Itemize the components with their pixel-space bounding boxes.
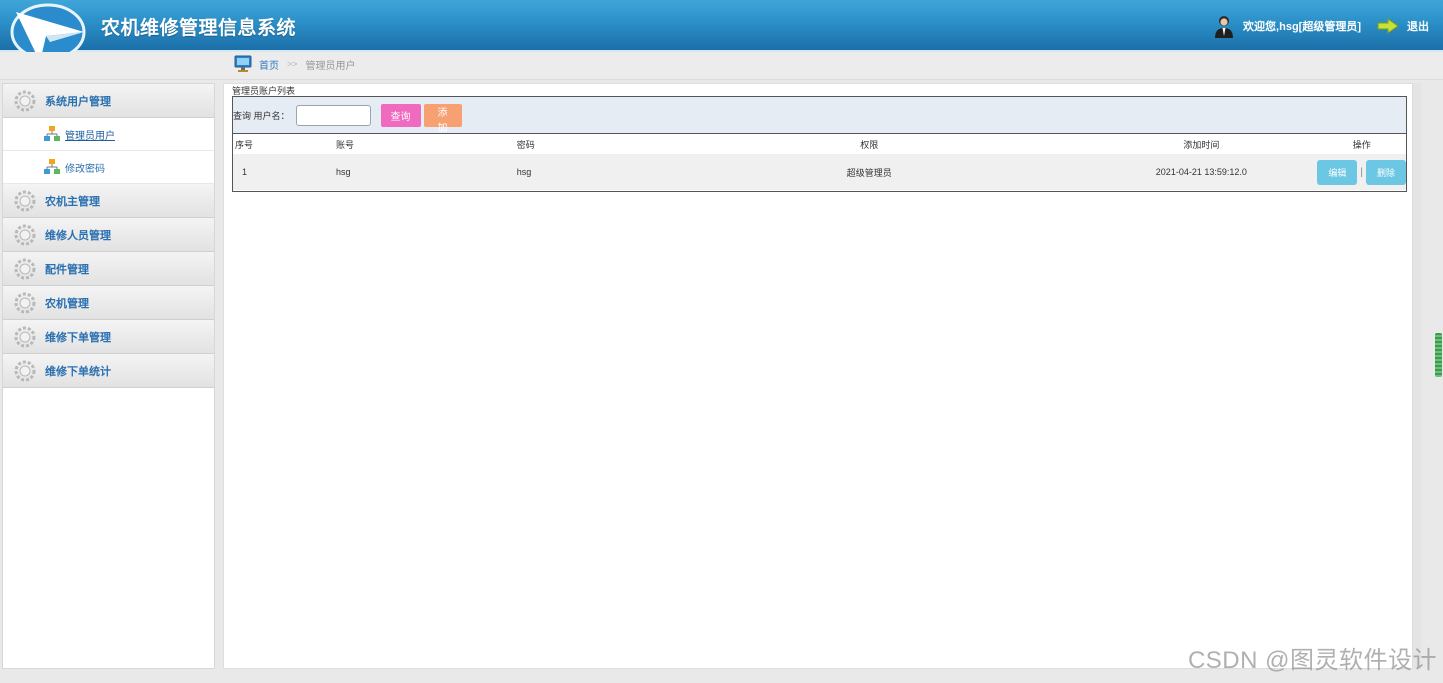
delete-button[interactable]: 删除 — [1366, 159, 1406, 185]
user-area: 欢迎您,hsg[超级管理员] 退出 — [1213, 14, 1429, 38]
user-avatar-icon — [1215, 16, 1234, 38]
sidebar-group-parts[interactable]: 配件管理 — [3, 252, 214, 286]
table-row: 1 hsg hsg 超级管理员 2021-04-21 13:59:12.0 编辑… — [233, 154, 1406, 190]
sidebar-group-label: 农机主管理 — [45, 195, 100, 208]
sidebar-group-owners[interactable]: 农机主管理 — [3, 184, 214, 218]
breadcrumb-home-link[interactable]: 首页 — [259, 57, 279, 72]
sidebar-group-machinery[interactable]: 农机管理 — [3, 286, 214, 320]
add-button[interactable]: 添加 — [423, 103, 462, 134]
sidebar-group-label: 农机管理 — [45, 297, 89, 310]
sidebar-group-label: 系统用户管理 — [45, 95, 111, 108]
sidebar-item-change-password[interactable]: 修改密码 — [3, 151, 214, 184]
scrollbar-thumb[interactable] — [1435, 333, 1442, 377]
breadcrumb-current: 管理员用户 — [305, 60, 356, 72]
sidebar-group-system-users[interactable]: 系统用户管理 — [3, 84, 214, 118]
gear-icon — [14, 292, 36, 313]
cell-account: hsg — [335, 167, 351, 177]
computer-icon — [234, 55, 252, 72]
cell-operations: 编辑 | 删除 — [1317, 154, 1406, 190]
gear-icon — [14, 326, 36, 347]
cell-permission: 超级管理员 — [846, 167, 892, 178]
sidebar-group-repair-staff[interactable]: 维修人员管理 — [3, 218, 214, 252]
table-header-row: 序号 账号 密码 权限 添加时间 操作 — [233, 134, 1406, 154]
org-tree-icon — [44, 126, 60, 141]
column-header: 添加时间 — [1183, 139, 1220, 150]
sidebar-group-label: 维修人员管理 — [45, 229, 111, 242]
gear-icon — [14, 258, 36, 279]
column-header: 密码 — [516, 139, 535, 150]
logout-arrow-icon[interactable] — [1377, 18, 1399, 34]
column-header: 序号 — [235, 139, 254, 150]
edit-button[interactable]: 编辑 — [1317, 159, 1358, 185]
scrollbar-track[interactable] — [1413, 83, 1421, 669]
row-actions: 编辑 | 删除 — [1317, 159, 1406, 185]
sidebar-group-repair-orders[interactable]: 维修下单管理 — [3, 320, 214, 354]
sidebar-group-label: 维修下单管理 — [45, 331, 111, 344]
search-bar: 查询 用户名： 查询 添加 — [233, 97, 1406, 134]
column-header: 账号 — [335, 139, 354, 150]
action-separator: | — [1360, 166, 1363, 178]
sidebar-item-label: 修改密码 — [65, 163, 105, 175]
gear-icon — [14, 90, 36, 111]
search-label: 查询 用户名： — [233, 110, 290, 121]
sidebar: 系统用户管理 管理员用户 修改密码 农机主管理 维修人员管理 配件管理 农机管理 — [2, 83, 215, 669]
top-header: 农机维修管理信息系统 欢迎您,hsg[超级管理员] 退出 — [0, 0, 1443, 62]
column-header: 操作 — [1352, 139, 1371, 150]
sidebar-item-label: 管理员用户 — [65, 130, 115, 142]
column-header: 权限 — [860, 139, 879, 150]
username-search-input[interactable] — [295, 104, 371, 126]
cell-password: hsg — [516, 167, 532, 177]
breadcrumb-bar: 首页 >> 管理员用户 — [0, 52, 1443, 80]
cell-index: 1 — [242, 167, 248, 177]
sidebar-group-label: 配件管理 — [45, 263, 89, 276]
admin-table: 序号 账号 密码 权限 添加时间 操作 1 hsg hsg 超级管理员 2021… — [233, 134, 1406, 190]
sidebar-item-admin-users[interactable]: 管理员用户 — [3, 118, 214, 151]
main-content: 管理员账户列表 查询 用户名： 查询 添加 序号 账号 密码 权限 添加时间 操… — [223, 83, 1413, 669]
gear-icon — [14, 224, 36, 245]
sidebar-group-label: 维修下单统计 — [45, 365, 111, 378]
app-title: 农机维修管理信息系统 — [101, 18, 297, 39]
cell-added-time: 2021-04-21 13:59:12.0 — [1155, 167, 1247, 177]
welcome-text: 欢迎您,hsg[超级管理员] — [1243, 21, 1361, 33]
gear-icon — [14, 190, 36, 211]
watermark: CSDN @图灵软件设计 — [1187, 647, 1437, 674]
sidebar-group-order-stats[interactable]: 维修下单统计 — [3, 354, 214, 388]
admin-list-panel: 查询 用户名： 查询 添加 序号 账号 密码 权限 添加时间 操作 1 hsg — [232, 96, 1407, 192]
breadcrumb-separator: >> — [287, 59, 298, 69]
breadcrumb: 首页 >> 管理员用户 — [233, 54, 356, 74]
query-button[interactable]: 查询 — [380, 103, 421, 127]
logout-link[interactable]: 退出 — [1407, 18, 1429, 34]
org-tree-icon — [44, 159, 60, 174]
gear-icon — [14, 360, 36, 381]
